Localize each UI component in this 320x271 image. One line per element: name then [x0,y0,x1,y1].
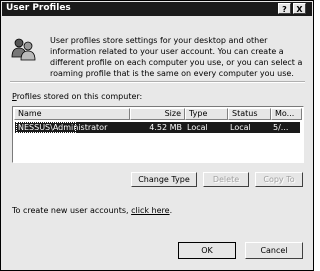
footer-text: To create new user accounts, [12,206,132,215]
footer-suffix: . [169,206,173,215]
separator [10,81,305,83]
copy-to-button[interactable]: Copy To [255,172,303,187]
row-modified: 5/... [273,123,289,132]
create-accounts-text: To create new user accounts, click here. [12,206,172,215]
row-status: Local [230,123,251,132]
click-here-link[interactable]: click here [131,206,169,215]
profiles-label: Profiles stored on this computer: [12,92,143,101]
column-header-status[interactable]: Status [228,108,271,120]
focus-rect [16,122,76,133]
column-header-type[interactable]: Type [185,108,228,120]
close-button[interactable]: X [293,3,306,14]
users-icon [11,38,36,61]
row-size: 4.52 MB [149,123,182,132]
ok-button[interactable]: OK [178,242,236,259]
column-header-size[interactable]: Size [130,108,185,120]
column-header-modified[interactable]: Mo... [271,108,302,120]
help-button[interactable]: ? [278,3,291,14]
profile-description: User profiles store settings for your de… [50,36,303,78]
list-header: Name Size Type Status Mo... [14,108,302,120]
profiles-list[interactable]: Name Size Type Status Mo... NESSUS\Admin… [12,106,304,163]
profiles-label-text: rofiles stored on this computer: [16,92,143,101]
delete-button[interactable]: Delete [203,172,249,187]
cancel-button[interactable]: Cancel [245,242,303,259]
dialog-title: User Profiles [6,3,71,13]
user-profiles-dialog: User Profiles ? X User profiles store se… [0,0,314,271]
column-header-name[interactable]: Name [14,108,130,120]
change-type-button[interactable]: Change Type [131,172,197,187]
row-type: Local [187,123,208,132]
title-bar[interactable]: User Profiles ? X [2,2,312,16]
